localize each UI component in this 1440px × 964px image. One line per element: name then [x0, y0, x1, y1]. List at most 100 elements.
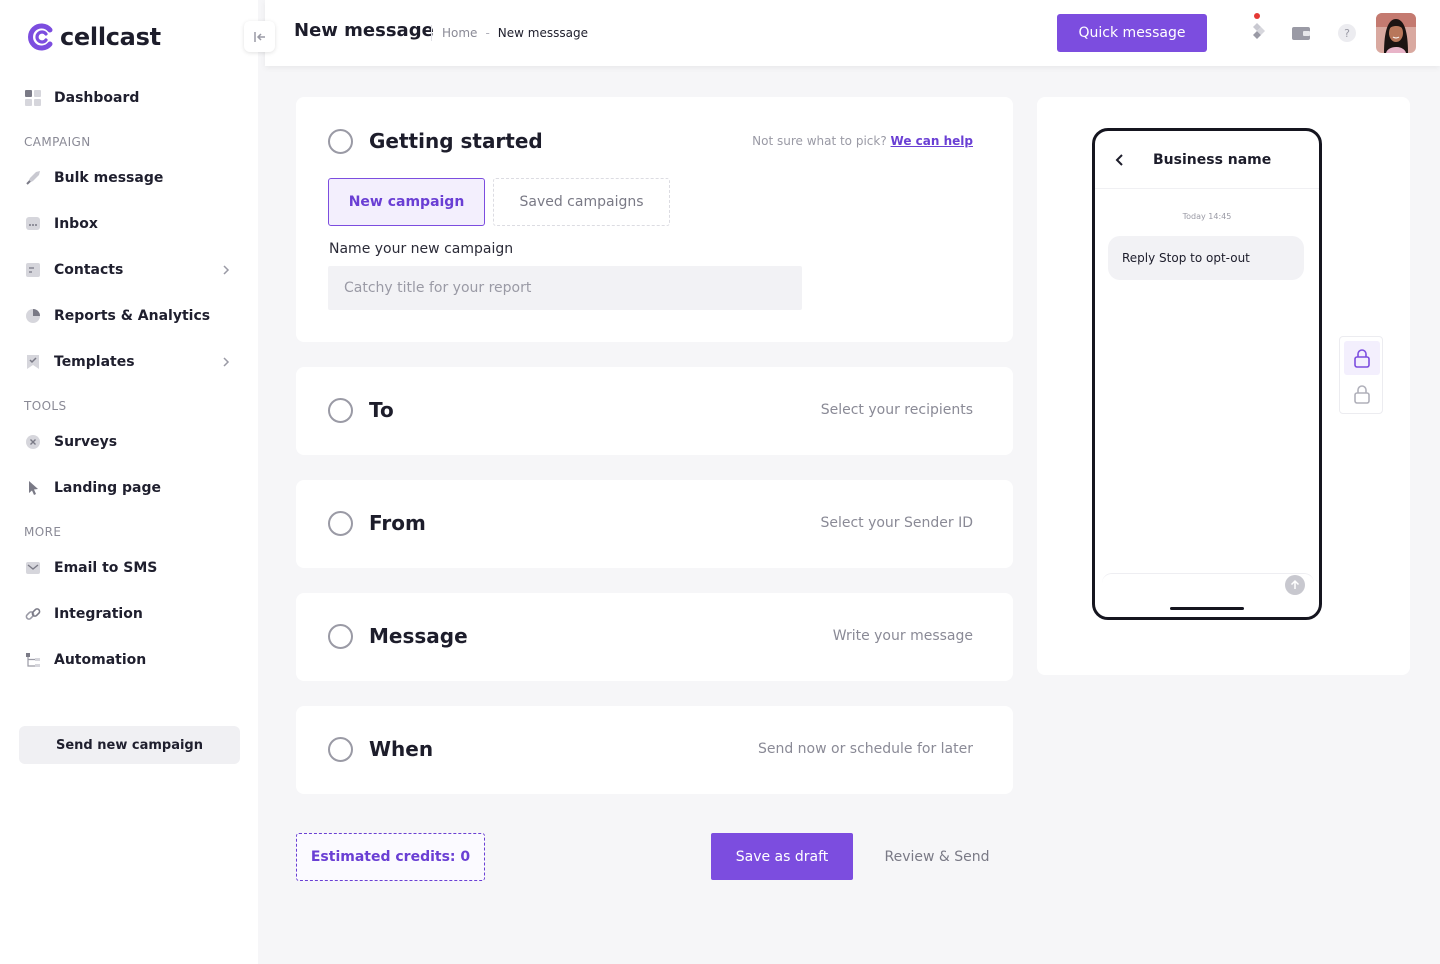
automation-icon: [24, 651, 42, 669]
tab-saved-campaigns[interactable]: Saved campaigns: [493, 178, 670, 226]
sidebar-item-integration[interactable]: Integration: [24, 602, 234, 626]
save-as-draft-button[interactable]: Save as draft: [711, 833, 853, 880]
sidebar-item-email-to-sms[interactable]: Email to SMS: [24, 556, 234, 580]
step-status-circle[interactable]: [328, 129, 353, 154]
breadcrumb-divider: [431, 25, 432, 41]
step-status-circle[interactable]: [328, 737, 353, 762]
sidebar-item-contacts[interactable]: Contacts: [24, 258, 234, 282]
send-new-campaign-button[interactable]: Send new campaign: [19, 726, 240, 764]
step-card-when[interactable]: When Send now or schedule for later: [296, 706, 1013, 794]
avatar-image-icon: [1376, 13, 1416, 53]
help-icon: ?: [1338, 24, 1356, 42]
home-indicator: [1170, 607, 1244, 610]
mail-icon: [24, 559, 42, 577]
contacts-icon: [24, 261, 42, 279]
sidebar-item-surveys[interactable]: Surveys: [24, 430, 234, 454]
lock-button-active[interactable]: [1344, 341, 1380, 375]
inbox-icon: [24, 215, 42, 233]
svg-text:?: ?: [1344, 27, 1350, 40]
sidebar-item-label: Contacts: [54, 262, 124, 278]
wallet-button[interactable]: [1290, 22, 1312, 44]
step-title: To: [369, 398, 394, 422]
sidebar-item-label: Dashboard: [54, 90, 140, 106]
estimated-credits-badge: Estimated credits: 0: [296, 833, 485, 881]
step-status-circle[interactable]: [328, 624, 353, 649]
rocket-icon: [24, 169, 42, 187]
step-title: From: [369, 511, 426, 535]
arrow-up-icon: [1290, 579, 1300, 589]
sidebar-item-label: Reports & Analytics: [54, 308, 211, 324]
tab-new-campaign[interactable]: New campaign: [328, 178, 485, 226]
we-can-help-link[interactable]: We can help: [891, 134, 973, 148]
message-bubble: Reply Stop to opt-out: [1108, 236, 1304, 280]
sidebar-item-label: Landing page: [54, 480, 162, 496]
step-status-circle[interactable]: [328, 511, 353, 536]
sidebar-item-landing-page[interactable]: Landing page: [24, 476, 234, 500]
sidebar-item-automation[interactable]: Automation: [24, 648, 234, 672]
section-label-campaign: CAMPAIGN: [24, 135, 91, 149]
step-title: Getting started: [369, 129, 543, 153]
cellcast-logo-icon: [28, 23, 53, 51]
breadcrumb-current: New messsage: [497, 26, 588, 40]
phone-send-button[interactable]: [1285, 575, 1305, 595]
phone-message-input[interactable]: [1102, 573, 1314, 599]
survey-icon: [24, 433, 42, 451]
phone-header: Business name: [1095, 131, 1319, 189]
sidebar-item-label: Surveys: [54, 434, 118, 450]
step-card-getting-started: Getting started Not sure what to pick? W…: [296, 97, 1013, 342]
step-card-message[interactable]: Message Write your message: [296, 593, 1013, 681]
business-name: Business name: [1153, 152, 1272, 168]
step-card-from[interactable]: From Select your Sender ID: [296, 480, 1013, 568]
user-avatar[interactable]: [1376, 13, 1416, 53]
section-label-tools: TOOLS: [24, 399, 67, 413]
chevron-right-icon: [223, 357, 230, 367]
help-text: Not sure what to pick? We can help: [752, 134, 973, 148]
sidebar-item-inbox[interactable]: Inbox: [24, 212, 234, 236]
brand-name: cellcast: [60, 23, 161, 51]
sidebar: cellcast Dashboard CAMPAIGN Bulk message…: [0, 0, 258, 964]
lock-icon: [1354, 349, 1370, 368]
quick-message-button[interactable]: Quick message: [1057, 14, 1207, 52]
sidebar-item-label: Email to SMS: [54, 560, 158, 576]
template-icon: [24, 353, 42, 371]
step-title: When: [369, 737, 434, 761]
collapse-left-icon: [253, 31, 265, 42]
campaign-name-label: Name your new campaign: [329, 241, 514, 257]
sidebar-item-label: Automation: [54, 652, 147, 668]
section-label-more: MORE: [24, 525, 62, 539]
pie-chart-icon: [24, 307, 42, 325]
step-card-to[interactable]: To Select your recipients: [296, 367, 1013, 455]
review-and-send-button[interactable]: Review & Send: [867, 833, 1007, 880]
wallet-icon: [1292, 27, 1310, 40]
sidebar-item-label: Inbox: [54, 216, 98, 232]
chevron-right-icon: [223, 265, 230, 275]
sidebar-item-dashboard[interactable]: Dashboard: [24, 86, 234, 110]
sidebar-item-label: Integration: [54, 606, 143, 622]
sidebar-item-reports[interactable]: Reports & Analytics: [24, 304, 234, 328]
message-timestamp: Today 14:45: [1182, 212, 1232, 221]
collapse-sidebar-button[interactable]: [244, 21, 275, 52]
step-hint: Select your recipients: [820, 402, 973, 418]
logo[interactable]: cellcast: [26, 22, 161, 52]
lock-button-inactive[interactable]: [1344, 377, 1380, 411]
notifications-button[interactable]: [1246, 12, 1268, 46]
sidebar-item-label: Templates: [54, 354, 135, 370]
help-prompt: Not sure what to pick?: [752, 134, 887, 148]
preview-lock-toggle: [1339, 336, 1383, 414]
step-status-circle[interactable]: [328, 398, 353, 423]
help-button[interactable]: ?: [1336, 22, 1358, 44]
cursor-icon: [24, 479, 42, 497]
breadcrumb: Home - New messsage: [431, 25, 588, 41]
sidebar-item-bulk-message[interactable]: Bulk message: [24, 166, 234, 190]
breadcrumb-separator: -: [485, 26, 490, 40]
back-arrow-icon: [1115, 154, 1123, 166]
sidebar-item-templates[interactable]: Templates: [24, 350, 234, 374]
step-title: Message: [369, 624, 468, 648]
campaign-name-input[interactable]: [328, 266, 802, 310]
phone-mockup: Business name Today 14:45 Reply Stop to …: [1092, 128, 1322, 620]
step-hint: Write your message: [832, 628, 973, 644]
sidebar-item-label: Bulk message: [54, 170, 164, 186]
lock-icon: [1354, 385, 1370, 404]
page-title: New message: [294, 20, 434, 41]
breadcrumb-home-link[interactable]: Home: [442, 26, 477, 40]
